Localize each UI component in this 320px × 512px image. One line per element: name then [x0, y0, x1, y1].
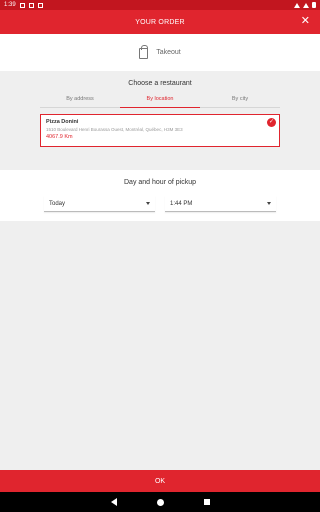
- app-bar: YOUR ORDER ✕: [0, 10, 320, 34]
- day-value: Today: [49, 200, 66, 207]
- restaurant-section-title: Choose a restaurant: [128, 80, 192, 87]
- pickup-title: Day and hour of pickup: [124, 179, 196, 186]
- restaurant-distance: 4067.9 Km: [46, 134, 73, 140]
- restaurant-name: Pizza Donini: [46, 119, 79, 125]
- tab-by-address[interactable]: By address: [40, 92, 120, 108]
- bag-icon: [139, 45, 149, 59]
- wifi-icon: [294, 2, 300, 8]
- tab-by-location[interactable]: By location: [120, 92, 200, 108]
- chevron-down-icon: [146, 202, 150, 205]
- close-icon[interactable]: ✕: [301, 15, 310, 27]
- order-type-takeout[interactable]: Takeout: [0, 34, 320, 71]
- notification-icon: [28, 2, 34, 8]
- notification-icon: [19, 2, 25, 8]
- recent-apps-icon[interactable]: [203, 499, 210, 505]
- restaurant-card[interactable]: Pizza Donini 1510 Boulevard Henri Bouras…: [40, 114, 280, 147]
- time-value: 1:44 PM: [170, 200, 193, 207]
- check-icon: ✓: [267, 118, 276, 127]
- tab-by-city[interactable]: By city: [200, 92, 280, 108]
- signal-icon: [303, 2, 309, 8]
- home-icon[interactable]: [156, 498, 164, 506]
- restaurant-address: 1510 Boulevard Henri Bourassa Ouest, Mon…: [46, 127, 183, 132]
- back-icon[interactable]: [110, 498, 117, 506]
- battery-icon: [312, 2, 316, 8]
- day-select[interactable]: Today: [44, 196, 155, 212]
- pickup-section: Day and hour of pickup Today 1:44 PM: [0, 170, 320, 221]
- notification-icon: [37, 2, 43, 8]
- ok-button[interactable]: OK: [0, 470, 320, 492]
- time-select[interactable]: 1:44 PM: [165, 196, 276, 212]
- chevron-down-icon: [267, 202, 271, 205]
- system-nav-bar: [0, 492, 320, 512]
- order-type-label: Takeout: [156, 49, 181, 56]
- page-title: YOUR ORDER: [135, 18, 185, 26]
- status-time: 1:39: [4, 2, 16, 8]
- restaurant-tabs: By address By location By city: [40, 92, 280, 108]
- status-bar: 1:39: [0, 0, 320, 10]
